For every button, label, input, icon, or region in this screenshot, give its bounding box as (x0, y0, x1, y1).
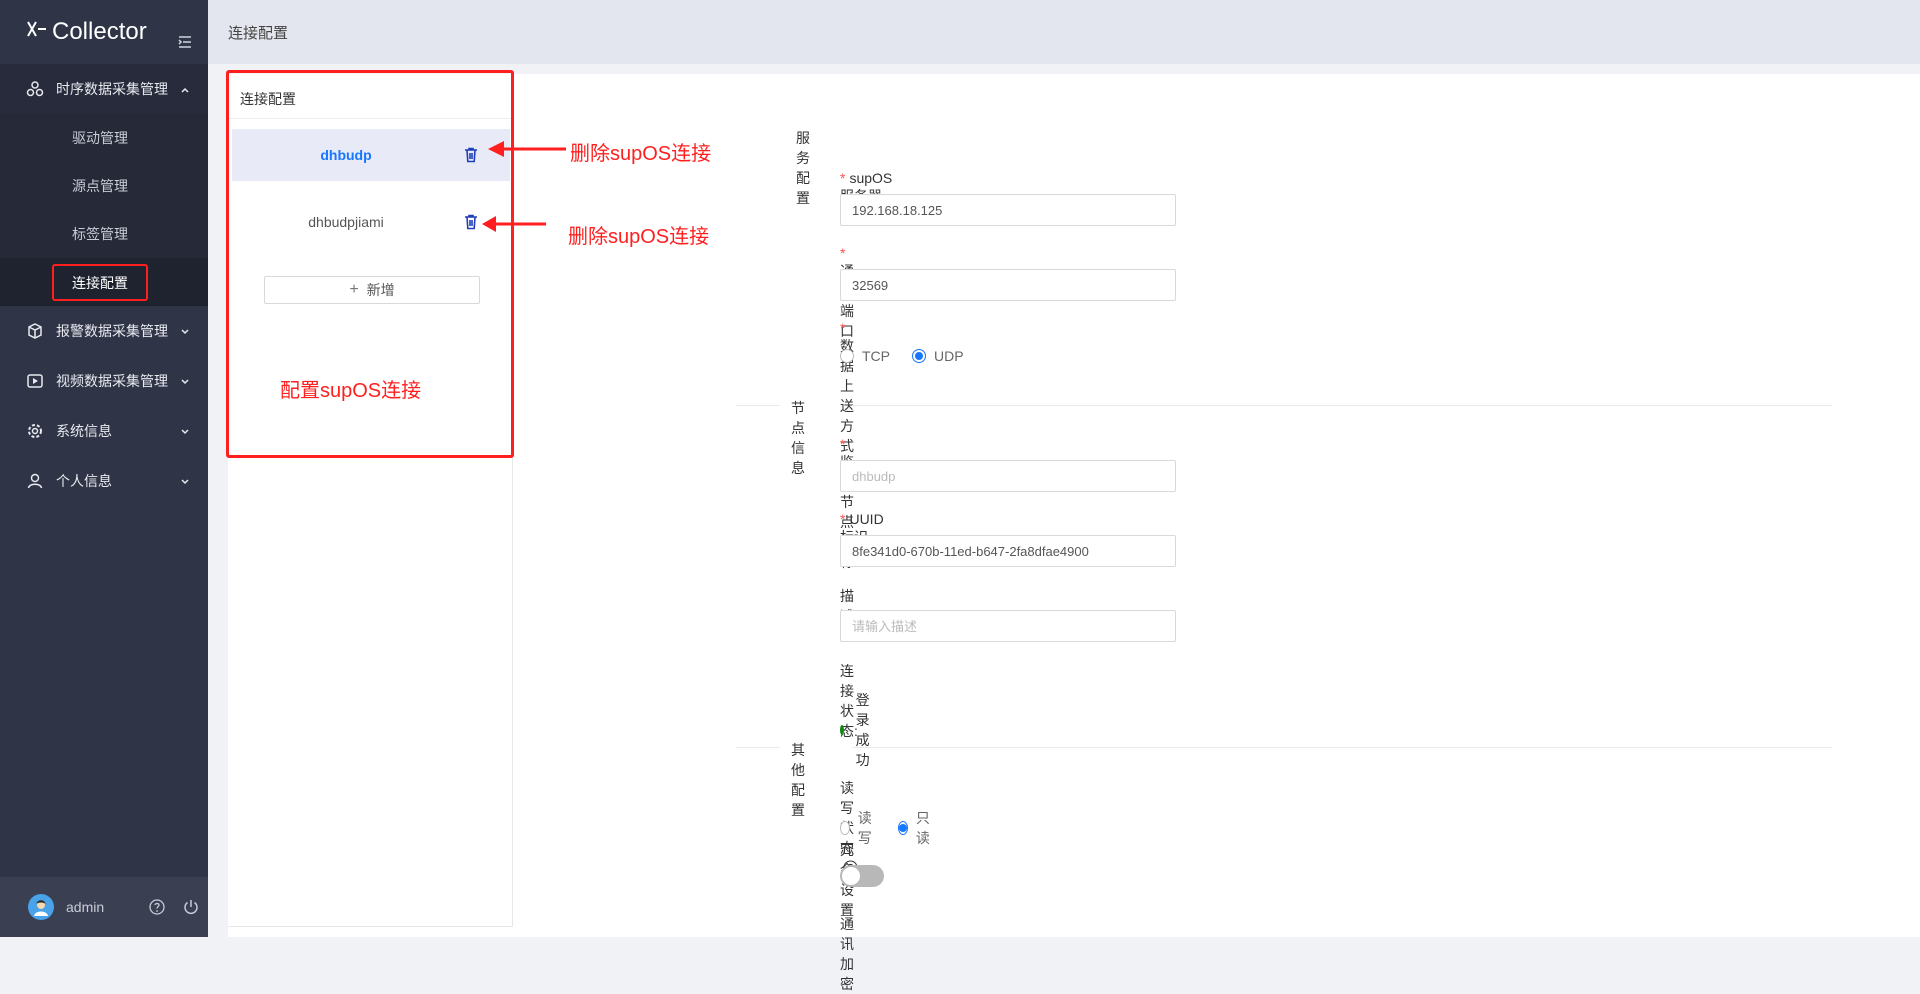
menu-label: 系统信息 (56, 423, 112, 439)
encryption-label: 通讯加密 (840, 916, 854, 992)
connection-status: 登录成功 (840, 690, 876, 770)
menu-label: 视频数据采集管理 (56, 373, 168, 389)
sidebar-item-source[interactable]: 源点管理 (0, 162, 208, 210)
chevron-down-icon (180, 324, 190, 335)
annotation-delete-1: 删除supOS连接 (570, 143, 712, 165)
chevron-up-icon (180, 82, 190, 93)
annotation-config: 配置supOS连接 (280, 380, 422, 402)
menu-label: 报警数据采集管理 (56, 323, 168, 339)
section-other: 其他配置 (791, 742, 805, 818)
menu-system[interactable]: 系统信息 (0, 406, 208, 456)
sidebar-footer: admin (0, 877, 208, 937)
cluster-icon (26, 80, 44, 98)
auth-node-input[interactable] (840, 460, 1176, 492)
chevron-down-icon (180, 424, 190, 435)
radio-read-write[interactable] (840, 821, 850, 835)
menu-timeseries[interactable]: 时序数据采集管理 (0, 64, 208, 114)
user-icon (26, 472, 44, 490)
connection-item[interactable]: dhbudp (232, 129, 510, 181)
upload-method-radios: TCP UDP (840, 348, 986, 364)
sidebar-item-connection[interactable]: 连接配置 (0, 258, 208, 306)
menu-label: 个人信息 (56, 473, 112, 489)
divider (736, 405, 780, 406)
connection-list-panel: 连接配置 dhbudp dhbudpjiami + 新增 配置supOS连接 (226, 70, 514, 927)
chevron-down-icon (180, 474, 190, 485)
add-connection-button[interactable]: + 新增 (264, 276, 480, 304)
connection-list-title: 连接配置 (228, 74, 512, 119)
redundancy-toggle[interactable] (840, 865, 884, 887)
menu-alarm[interactable]: 报警数据采集管理 (0, 306, 208, 356)
delete-icon[interactable] (462, 146, 480, 164)
connection-name: dhbudpjiami (308, 214, 384, 230)
logo-icon (26, 19, 48, 45)
user-name: admin (66, 899, 105, 915)
sidebar-item-label: 驱动管理 (72, 130, 128, 146)
sidebar-item-driver[interactable]: 驱动管理 (0, 114, 208, 162)
server-address-input[interactable] (840, 194, 1176, 226)
radio-udp[interactable] (912, 349, 926, 363)
radio-label: 只读 (915, 810, 930, 846)
delete-icon[interactable] (462, 213, 480, 231)
divider (736, 747, 780, 748)
video-icon (26, 372, 44, 390)
topbar: 连接配置 (208, 0, 1920, 64)
menu-profile[interactable]: 个人信息 (0, 456, 208, 506)
power-icon[interactable] (182, 898, 200, 916)
divider (852, 405, 1832, 406)
sidebar-item-tag[interactable]: 标签管理 (0, 210, 208, 258)
sidebar: Collector 时序数据采集管理 驱动管理 源点管理 标签管理 连接配置 报… (0, 0, 208, 937)
menu-label: 时序数据采集管理 (56, 81, 168, 97)
port-input[interactable] (840, 269, 1176, 301)
app-title: Collector (52, 18, 147, 45)
connection-name: dhbudp (320, 147, 372, 163)
section-node: 节点信息 (791, 400, 805, 476)
breadcrumb: 连接配置 (228, 24, 289, 42)
rw-status-radios: 读写 只读 (840, 808, 956, 848)
radio-tcp[interactable] (840, 349, 854, 363)
help-icon[interactable] (148, 898, 166, 916)
divider (852, 747, 1832, 748)
annotation-delete-2: 删除supOS连接 (568, 226, 710, 248)
description-input[interactable] (840, 610, 1176, 642)
collapse-menu-icon[interactable] (178, 28, 192, 48)
brand: Collector (0, 0, 208, 64)
submenu-timeseries: 驱动管理 源点管理 标签管理 连接配置 (0, 114, 208, 306)
main-content: 连接配置 dhbudp dhbudpjiami + 新增 配置supOS连接 删… (226, 70, 1920, 992)
avatar[interactable] (28, 894, 54, 920)
gear-icon (26, 422, 44, 440)
radio-label: TCP (862, 348, 890, 364)
connection-item[interactable]: dhbudpjiami (232, 196, 510, 248)
status-dot-icon (840, 725, 844, 735)
chevron-down-icon (180, 374, 190, 385)
section-service: 服务配置 (796, 130, 810, 206)
radio-label: UDP (934, 348, 964, 364)
menu-video[interactable]: 视频数据采集管理 (0, 356, 208, 406)
uuid-input[interactable] (840, 535, 1176, 567)
cube-icon (26, 322, 44, 340)
radio-label: 读写 (857, 810, 872, 846)
plus-icon: + (349, 281, 359, 298)
radio-read-only[interactable] (897, 821, 908, 835)
sidebar-item-label: 源点管理 (72, 178, 128, 194)
annotation-arrow-1 (488, 141, 566, 157)
sidebar-item-label: 连接配置 (52, 263, 148, 301)
add-label: 新增 (366, 282, 395, 298)
status-text: 登录成功 (855, 692, 870, 768)
sidebar-item-label: 标签管理 (72, 226, 128, 242)
